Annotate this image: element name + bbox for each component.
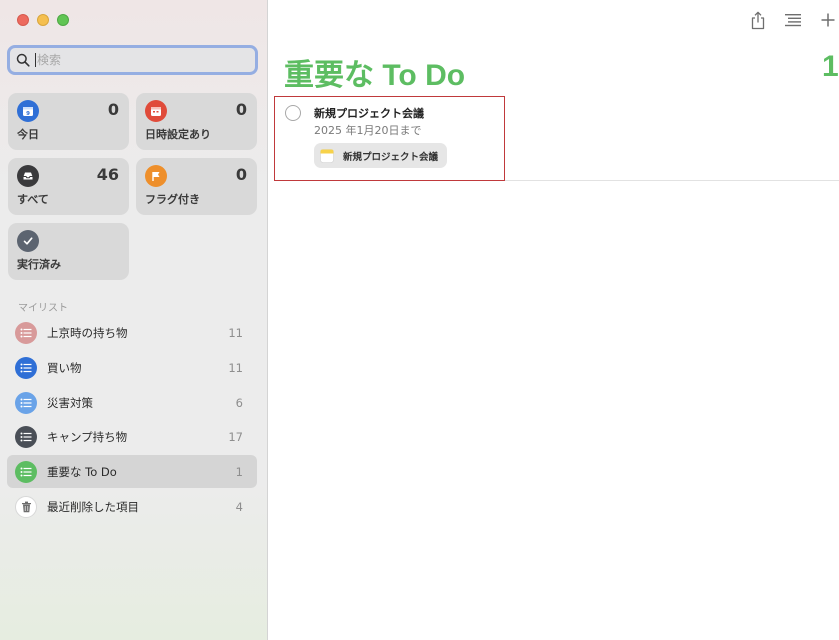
list-name: キャンプ持ち物	[47, 429, 128, 444]
today-count: 0	[107, 100, 119, 119]
all-count: 46	[96, 165, 119, 184]
list-name: 最近削除した項目	[47, 499, 139, 514]
reminder-due-date: 2025 年1月20日まで	[314, 124, 422, 137]
list-name: 買い物	[47, 360, 82, 375]
list-icon	[15, 391, 37, 414]
search-field[interactable]	[7, 45, 258, 75]
list-icon	[15, 356, 37, 379]
scheduled-count: 0	[235, 100, 247, 119]
sidebar: 9 0 今日 0 日時設定あり 46 すべて 0 フラグ付き 実行済み マイリス…	[0, 0, 268, 640]
calendar-icon	[145, 100, 167, 122]
list-count: 4	[235, 499, 243, 514]
list-item-recently-deleted[interactable]: 最近削除した項目 4	[7, 490, 257, 523]
minimize-window-button[interactable]	[37, 14, 49, 26]
list-item-camping[interactable]: キャンプ持ち物 17	[7, 420, 257, 453]
smart-list-today[interactable]: 9 0 今日	[8, 93, 129, 150]
window-controls	[17, 14, 69, 26]
list-icon	[15, 321, 37, 344]
list-count: 1	[235, 464, 243, 479]
flagged-count: 0	[235, 165, 247, 184]
list-icon	[15, 425, 37, 448]
calendar-today-icon: 9	[17, 100, 39, 122]
search-input[interactable]	[37, 53, 227, 67]
text-caret	[35, 53, 36, 67]
smart-list-all[interactable]: 46 すべて	[8, 158, 129, 215]
list-title: 重要な To Do	[284, 59, 466, 92]
reminder-title[interactable]: 新規プロジェクト会議	[314, 105, 424, 121]
list-count: 17	[228, 429, 243, 444]
scheduled-label: 日時設定あり	[145, 128, 211, 141]
completed-label: 実行済み	[17, 258, 61, 271]
list-count: 11	[228, 360, 243, 375]
my-lists-heading: マイリスト	[18, 303, 68, 314]
row-divider	[505, 180, 839, 181]
list-reminder-count: 1	[822, 50, 839, 83]
flag-icon	[145, 165, 167, 187]
search-icon	[16, 53, 30, 67]
list-name: 上京時の持ち物	[47, 325, 128, 340]
all-label: すべて	[17, 193, 49, 206]
list-item-joukyou[interactable]: 上京時の持ち物 11	[7, 316, 257, 349]
list-name: 重要な To Do	[47, 464, 117, 479]
share-button[interactable]	[748, 10, 768, 30]
list-icon	[15, 460, 37, 483]
view-options-icon	[785, 14, 801, 27]
flagged-label: フラグ付き	[145, 193, 200, 206]
plus-icon	[821, 13, 835, 27]
smart-list-flagged[interactable]: 0 フラグ付き	[136, 158, 257, 215]
reminder-item[interactable]: 新規プロジェクト会議 2025 年1月20日まで 新規プロジェクト会議	[274, 96, 505, 181]
list-count: 11	[228, 325, 243, 340]
add-reminder-button[interactable]	[818, 10, 838, 30]
tray-icon	[17, 165, 39, 187]
share-icon	[751, 11, 765, 29]
list-item-disaster[interactable]: 災害対策 6	[7, 386, 257, 419]
today-label: 今日	[17, 128, 39, 141]
zoom-window-button[interactable]	[57, 14, 69, 26]
list-item-shopping[interactable]: 買い物 11	[7, 351, 257, 384]
list-item-important-todo[interactable]: 重要な To Do 1	[7, 455, 257, 488]
close-window-button[interactable]	[17, 14, 29, 26]
reminder-attachment-chip[interactable]: 新規プロジェクト会議	[314, 143, 448, 168]
smart-list-completed[interactable]: 実行済み	[8, 223, 129, 280]
attachment-label: 新規プロジェクト会議	[343, 151, 439, 163]
view-options-button[interactable]	[783, 10, 803, 30]
trash-icon	[15, 495, 37, 518]
smart-list-scheduled[interactable]: 0 日時設定あり	[136, 93, 257, 150]
complete-checkbox[interactable]	[285, 105, 301, 121]
checkmark-icon	[17, 230, 39, 252]
list-count: 6	[235, 395, 243, 410]
notes-icon	[320, 148, 334, 163]
svg-text:9: 9	[26, 111, 30, 117]
list-name: 災害対策	[47, 395, 93, 410]
